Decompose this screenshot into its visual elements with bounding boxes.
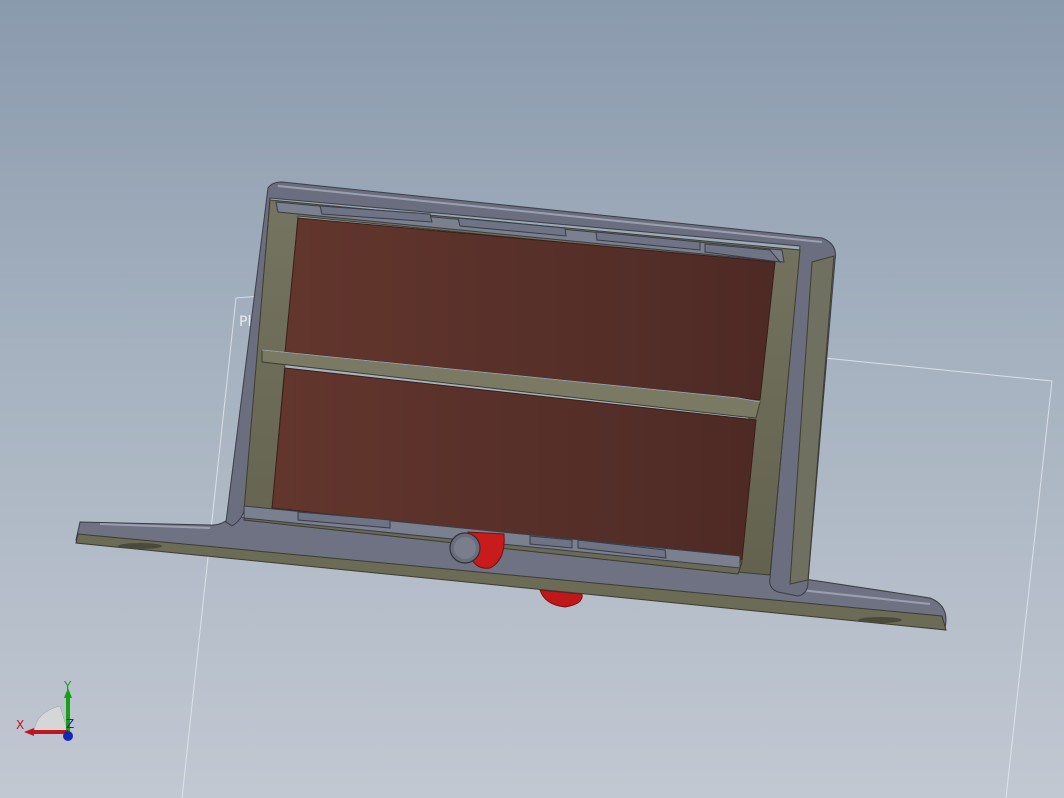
z-axis-label: Z xyxy=(66,717,74,731)
z-axis-dot xyxy=(63,731,73,741)
orientation-triad[interactable]: X Y Z xyxy=(10,672,80,752)
plane-label: Pl xyxy=(239,314,251,330)
graphics-viewport[interactable]: Pl X Y Z xyxy=(0,0,1064,798)
y-axis-label: Y xyxy=(63,679,72,693)
model-scene[interactable]: Pl xyxy=(0,0,1064,798)
x-axis-label: X xyxy=(16,718,24,732)
triad-quarter-disc xyxy=(33,705,69,733)
x-axis-arrow xyxy=(24,728,34,736)
coil-winding[interactable] xyxy=(261,217,776,561)
